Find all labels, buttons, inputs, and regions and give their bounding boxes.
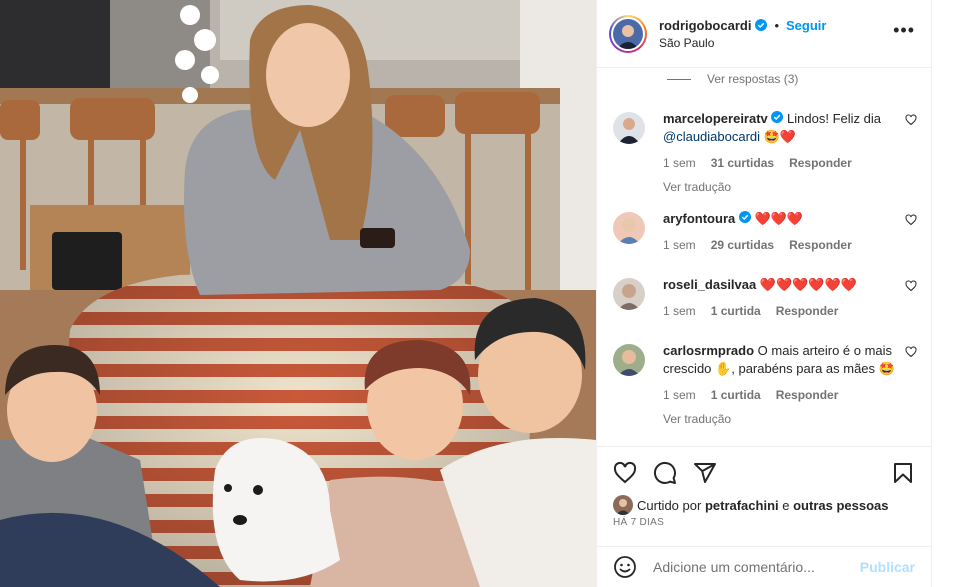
family-photo-image xyxy=(0,0,596,587)
emoji-icon[interactable] xyxy=(613,555,637,579)
replies-divider-line xyxy=(667,78,691,80)
commenter-avatar[interactable] xyxy=(613,344,645,376)
post-side-panel: rodrigobocardi • Seguir São Paulo ••• Ve… xyxy=(596,0,932,587)
comment-heart-icon[interactable] xyxy=(905,346,917,358)
post-location[interactable]: São Paulo xyxy=(659,36,826,50)
commenter-avatar[interactable] xyxy=(613,212,645,244)
author-username[interactable]: rodrigobocardi xyxy=(659,18,751,33)
comment-icon[interactable] xyxy=(653,461,677,485)
comment-emoji: ❤️❤️❤️❤️❤️❤️ xyxy=(759,277,857,292)
liked-by-conj: e xyxy=(782,497,790,513)
post-actions: Curtido por petrafachini e outras pessoa… xyxy=(597,446,931,546)
comment-mention-link[interactable]: @claudiabocardi xyxy=(663,129,760,144)
heart-icon[interactable] xyxy=(613,461,637,485)
reply-button[interactable]: Responder xyxy=(789,154,852,172)
comment-input[interactable]: Adicione um comentário... xyxy=(653,559,860,575)
translate-link[interactable]: Ver tradução xyxy=(663,178,899,196)
commenter-username[interactable]: carlosrmprado xyxy=(663,343,754,358)
comment-emoji: ✋ xyxy=(715,361,732,376)
comment-emoji: 🤩 xyxy=(878,361,895,376)
comment-text: Lindos! Feliz dia xyxy=(787,111,881,126)
follow-button[interactable]: Seguir xyxy=(786,18,826,33)
reply-button[interactable]: Responder xyxy=(789,236,852,254)
comment-time[interactable]: 1 sem xyxy=(663,386,696,404)
author-avatar[interactable] xyxy=(609,14,647,53)
reply-button[interactable]: Responder xyxy=(776,386,839,404)
separator-dot: • xyxy=(774,17,780,33)
liked-by-user[interactable]: petrafachini xyxy=(705,498,779,513)
post-photo[interactable] xyxy=(0,0,596,587)
liker-avatar[interactable] xyxy=(613,495,633,515)
comment-likes[interactable]: 1 curtida xyxy=(711,302,761,320)
more-options-icon[interactable]: ••• xyxy=(893,21,915,39)
commenter-username[interactable]: aryfontoura xyxy=(663,211,735,226)
view-replies-label: Ver respostas (3) xyxy=(707,72,799,86)
verified-badge-icon xyxy=(755,19,768,31)
verified-badge-icon xyxy=(771,111,784,123)
view-replies-link[interactable]: Ver respostas (3) xyxy=(597,68,931,90)
page-margin xyxy=(932,0,978,587)
comment-likes[interactable]: 31 curtidas xyxy=(711,154,774,172)
comment-time[interactable]: 1 sem xyxy=(663,154,696,172)
comment-text-continued: , parabéns para as mães xyxy=(731,361,876,376)
commenter-username[interactable]: marcelopereiratv xyxy=(663,111,768,126)
comments-list[interactable]: Ver respostas (3) marcelopereiratv Lindo… xyxy=(597,68,931,446)
liked-by-others[interactable]: outras pessoas xyxy=(793,498,888,513)
comment-likes[interactable]: 29 curtidas xyxy=(711,236,774,254)
comment-heart-icon[interactable] xyxy=(905,214,917,226)
comment-heart-icon[interactable] xyxy=(905,280,917,292)
comment-time[interactable]: 1 sem xyxy=(663,302,696,320)
reply-button[interactable]: Responder xyxy=(776,302,839,320)
add-comment-bar: Adicione um comentário... Publicar xyxy=(597,546,931,587)
post-date[interactable]: HÁ 7 DIAS xyxy=(613,517,664,528)
bookmark-icon[interactable] xyxy=(891,461,915,485)
liked-by: Curtido por petrafachini e outras pessoa… xyxy=(613,495,888,515)
share-icon[interactable] xyxy=(693,461,717,485)
verified-badge-icon xyxy=(738,211,751,223)
commenter-username[interactable]: roseli_dasilvaa xyxy=(663,277,756,292)
publish-button[interactable]: Publicar xyxy=(860,559,915,575)
comment-emoji: ❤️❤️❤️ xyxy=(754,211,804,226)
author-avatar-image xyxy=(613,18,643,49)
comment-heart-icon[interactable] xyxy=(905,114,917,126)
comment-emoji: 🤩❤️ xyxy=(763,129,797,144)
post-header: rodrigobocardi • Seguir São Paulo ••• xyxy=(597,0,931,68)
liked-by-prefix: Curtido por xyxy=(637,497,702,513)
commenter-avatar[interactable] xyxy=(613,278,645,310)
commenter-avatar[interactable] xyxy=(613,112,645,144)
comment-likes[interactable]: 1 curtida xyxy=(711,386,761,404)
comment-time[interactable]: 1 sem xyxy=(663,236,696,254)
translate-link[interactable]: Ver tradução xyxy=(663,410,899,428)
